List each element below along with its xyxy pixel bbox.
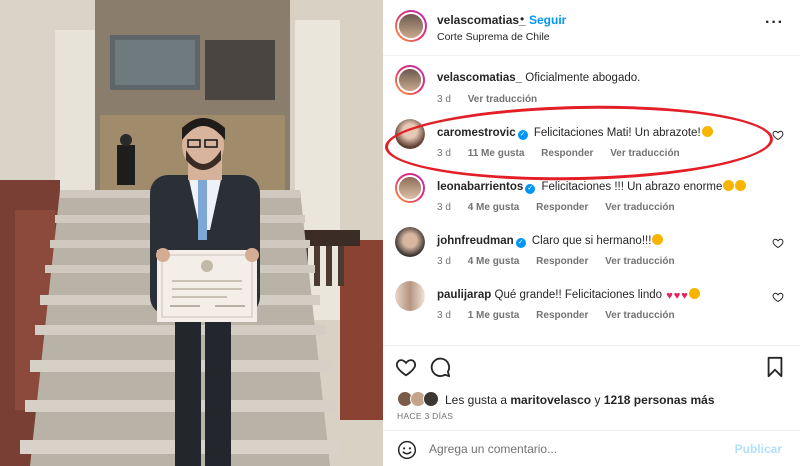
comment-item: leonabarrientos ✓ Felicitaciones !!! Un a… bbox=[383, 165, 800, 219]
comment-time: 3 d bbox=[437, 148, 451, 159]
reply-button[interactable]: Responder bbox=[536, 202, 588, 213]
likes-summary: Les gusta a maritovelasco y 1218 persona… bbox=[445, 393, 715, 407]
comment-likes[interactable]: 11 Me gusta bbox=[468, 148, 525, 159]
comments-list[interactable]: velascomatias_ Oficialmente abogado. 3 d… bbox=[383, 57, 800, 339]
heart-icon[interactable] bbox=[772, 129, 784, 141]
translate-link[interactable]: Ver traducción bbox=[605, 256, 674, 267]
hands-emoji-icon bbox=[652, 234, 664, 245]
heart-icon[interactable] bbox=[395, 356, 417, 378]
verified-icon: ✓ bbox=[525, 184, 536, 194]
comment-item: paulijarap Qué grande!! Felicitaciones l… bbox=[383, 273, 800, 327]
translate-link[interactable]: Ver traducción bbox=[605, 310, 674, 321]
comment-avatar[interactable] bbox=[395, 119, 425, 149]
bookmark-icon[interactable] bbox=[764, 356, 786, 378]
smile-icon[interactable] bbox=[397, 440, 417, 460]
reply-button[interactable]: Responder bbox=[541, 148, 593, 159]
smile-emoji-icon bbox=[688, 288, 700, 299]
author-username[interactable]: velascomatias_ bbox=[437, 13, 526, 27]
verified-icon: ✓ bbox=[517, 130, 528, 140]
post-photo-illustration bbox=[0, 0, 383, 466]
likes-prefix: Les gusta a bbox=[445, 393, 511, 407]
comment-input[interactable] bbox=[429, 440, 719, 458]
heart-emoji-icon: ♥ bbox=[666, 290, 673, 302]
comment-item: caromestrovic ✓ Felicitaciones Mati! Un a… bbox=[383, 111, 800, 165]
likes-count[interactable]: 1218 personas más bbox=[604, 393, 715, 407]
comment-body: Qué grande!! Felicitaciones lindo bbox=[494, 289, 663, 301]
likes-middle: y bbox=[591, 393, 604, 407]
kiss-emoji-icon bbox=[701, 126, 713, 137]
post-date[interactable]: HACE 3 DÍAS bbox=[397, 411, 453, 421]
post-actions: Les gusta a maritovelasco y 1218 persona… bbox=[383, 345, 800, 421]
comment-likes[interactable]: 4 Me gusta bbox=[468, 202, 520, 213]
author-avatar[interactable] bbox=[395, 10, 427, 42]
comment-avatar[interactable] bbox=[395, 173, 425, 203]
comment-meta: 3 d 4 Me gusta Responder Ver traducción bbox=[437, 202, 689, 213]
comment-username[interactable]: caromestrovic bbox=[437, 127, 516, 139]
comment-item: velascomatias_ Oficialmente abogado. 3 d… bbox=[383, 57, 800, 111]
comment-username[interactable]: leonabarrientos bbox=[437, 181, 523, 193]
comment-text: caromestrovic ✓ Felicitaciones Mati! Un a… bbox=[437, 126, 713, 140]
comment-username[interactable]: paulijarap bbox=[437, 289, 491, 301]
comment-time: 3 d bbox=[437, 310, 451, 321]
comment-username[interactable]: velascomatias_ bbox=[437, 72, 522, 84]
comment-body: Oficialmente abogado. bbox=[525, 72, 641, 84]
translate-link[interactable]: Ver traducción bbox=[610, 148, 679, 159]
comment-avatar[interactable] bbox=[395, 281, 425, 311]
comment-likes[interactable]: 1 Me gusta bbox=[468, 310, 520, 321]
follow-button[interactable]: Seguir bbox=[529, 13, 566, 27]
liker-avatar[interactable] bbox=[423, 391, 439, 407]
comment-time: 3 d bbox=[437, 94, 451, 105]
separator-dot: • bbox=[520, 12, 525, 26]
comment-body: Felicitaciones !!! Un abrazo enorme bbox=[541, 181, 723, 193]
post-detail-panel: velascomatias_ • Seguir Corte Suprema de… bbox=[383, 0, 800, 466]
comment-text: leonabarrientos ✓ Felicitaciones !!! Un a… bbox=[437, 180, 747, 194]
comment-likes[interactable]: 4 Me gusta bbox=[468, 256, 520, 267]
comment-avatar[interactable] bbox=[395, 65, 425, 95]
heart-emoji-icon: ♥ bbox=[673, 290, 681, 302]
reply-button[interactable]: Responder bbox=[536, 310, 588, 321]
comment-meta: 3 d 1 Me gusta Responder Ver traducción bbox=[437, 310, 689, 321]
reply-button[interactable]: Responder bbox=[536, 256, 588, 267]
comment-item: johnfreudman ✓ Claro que si hermano!!! 3 … bbox=[383, 219, 800, 273]
clap-emoji-icon bbox=[723, 180, 735, 191]
comment-time: 3 d bbox=[437, 202, 451, 213]
add-comment-bar: Publicar bbox=[383, 430, 800, 466]
comment-meta: 3 d 4 Me gusta Responder Ver traducción bbox=[437, 256, 689, 267]
comment-text: johnfreudman ✓ Claro que si hermano!!! bbox=[437, 234, 664, 248]
comment-meta: 3 d 11 Me gusta Responder Ver traducción bbox=[437, 148, 694, 159]
heart-icon[interactable] bbox=[772, 291, 784, 303]
likes-user[interactable]: maritovelasco bbox=[510, 393, 591, 407]
heart-emoji-icon: ♥ bbox=[681, 290, 688, 302]
more-icon[interactable]: ··· bbox=[765, 14, 784, 32]
comment-avatar[interactable] bbox=[395, 227, 425, 257]
verified-icon: ✓ bbox=[515, 238, 526, 248]
comment-body: Felicitaciones Mati! Un abrazote! bbox=[533, 127, 701, 139]
comment-body: Claro que si hermano!!! bbox=[531, 235, 652, 247]
comment-meta: 3 d Ver traducción bbox=[437, 94, 551, 105]
post-photo[interactable] bbox=[0, 0, 383, 466]
post-location[interactable]: Corte Suprema de Chile bbox=[437, 31, 550, 43]
clap-emoji-icon bbox=[735, 180, 747, 191]
translate-link[interactable]: Ver traducción bbox=[468, 94, 537, 105]
heart-icon[interactable] bbox=[772, 237, 784, 249]
comment-time: 3 d bbox=[437, 256, 451, 267]
comment-icon[interactable] bbox=[429, 356, 451, 378]
publish-button[interactable]: Publicar bbox=[735, 442, 782, 456]
translate-link[interactable]: Ver traducción bbox=[605, 202, 674, 213]
comment-text: paulijarap Qué grande!! Felicitaciones l… bbox=[437, 288, 700, 302]
comment-text: velascomatias_ Oficialmente abogado. bbox=[437, 72, 640, 84]
post-header: velascomatias_ • Seguir Corte Suprema de… bbox=[383, 0, 800, 56]
comment-username[interactable]: johnfreudman bbox=[437, 235, 514, 247]
